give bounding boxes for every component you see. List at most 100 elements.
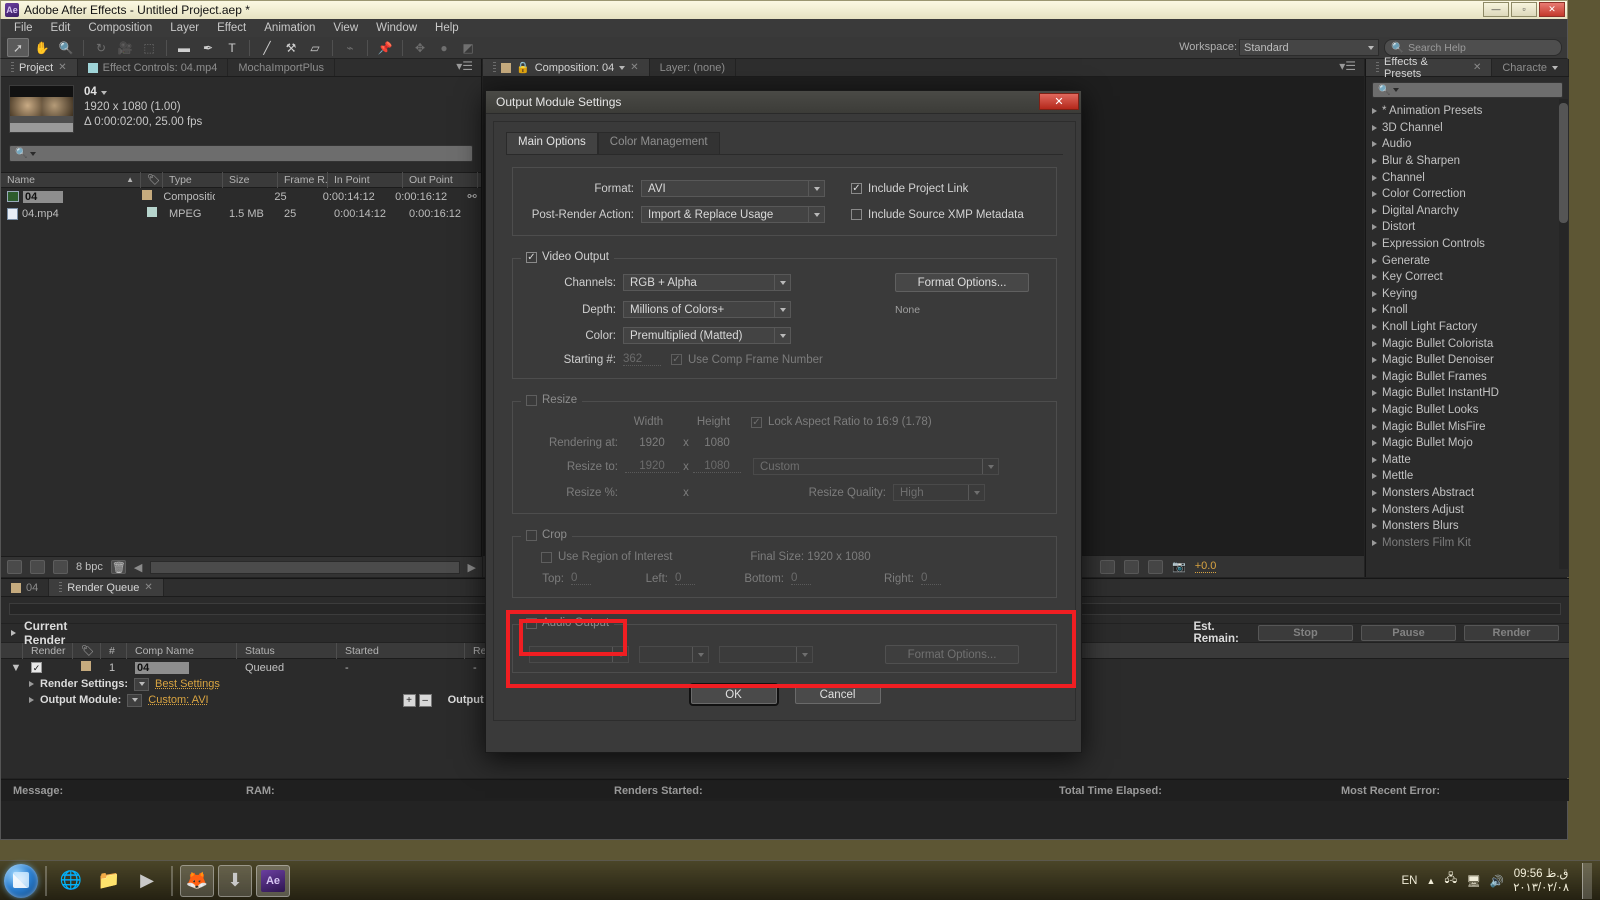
audio-rate-select[interactable] xyxy=(529,646,629,663)
effects-category-item[interactable]: Digital Anarchy xyxy=(1366,203,1569,220)
column-number[interactable]: # xyxy=(101,642,127,659)
effects-category-item[interactable]: Magic Bullet Frames xyxy=(1366,369,1569,386)
remove-output-module-button[interactable]: – xyxy=(418,693,432,707)
column-render[interactable]: Render xyxy=(23,642,73,659)
column-status[interactable]: Status xyxy=(237,642,337,659)
lock-icon[interactable]: 🔒 xyxy=(516,61,530,74)
effects-category-item[interactable]: Matte xyxy=(1366,451,1569,468)
close-icon[interactable]: ✕ xyxy=(144,582,152,593)
effects-category-item[interactable]: Monsters Blurs xyxy=(1366,518,1569,535)
mask-icon[interactable]: ◩ xyxy=(457,38,479,57)
panel-menu-icon[interactable]: ▾☰ xyxy=(448,59,481,76)
rotation-tool-icon[interactable]: ↻ xyxy=(90,38,112,57)
effects-category-item[interactable]: Monsters Film Kit xyxy=(1366,534,1569,551)
resize-preset-select[interactable]: Custom xyxy=(753,458,999,475)
effects-category-item[interactable]: Color Correction xyxy=(1366,186,1569,203)
effects-category-item[interactable]: 3D Channel xyxy=(1366,120,1569,137)
starting-value[interactable]: 362 xyxy=(623,353,661,366)
firefox-window-icon[interactable]: 🦊 xyxy=(180,864,214,897)
effects-category-item[interactable]: Distort xyxy=(1366,219,1569,236)
crop-right-value[interactable]: 0 xyxy=(921,572,941,585)
scroll-right-icon[interactable]: ▶ xyxy=(468,561,476,574)
close-icon[interactable]: ✕ xyxy=(1473,62,1481,73)
effects-category-item[interactable]: Magic Bullet Colorista xyxy=(1366,335,1569,352)
show-hidden-icons-icon[interactable]: ▲ xyxy=(1427,876,1436,886)
tab-render-queue[interactable]: Render Queue ✕ xyxy=(49,579,164,596)
column-started[interactable]: Started xyxy=(337,642,465,659)
depth-select[interactable]: Millions of Colors+ xyxy=(623,301,791,318)
close-button[interactable]: ✕ xyxy=(1539,2,1565,17)
include-xmp-checkbox[interactable]: Include Source XMP Metadata xyxy=(851,209,1024,221)
effects-scrollbar-thumb[interactable] xyxy=(1559,103,1568,223)
exposure-value[interactable]: +0.0 xyxy=(1194,560,1217,573)
ok-button[interactable]: OK xyxy=(690,685,777,704)
crop-legend[interactable]: Crop xyxy=(521,529,572,541)
chevron-right-icon[interactable] xyxy=(29,697,34,703)
table-row[interactable]: 04 Composition 25 0:00:14:12 0:00:16:12 … xyxy=(1,188,481,205)
close-icon[interactable]: ✕ xyxy=(630,62,638,73)
chevron-right-icon[interactable] xyxy=(29,681,34,687)
menu-item-composition[interactable]: Composition xyxy=(79,21,161,35)
expand-toggle-icon[interactable]: ▼ xyxy=(1,662,23,674)
column-frame-rate[interactable]: Frame R... xyxy=(278,172,328,188)
tab-effect-controls[interactable]: Effect Controls: 04.mp4 xyxy=(77,59,229,76)
effects-category-item[interactable]: Knoll xyxy=(1366,302,1569,319)
volume-icon[interactable]: 🔊 xyxy=(1490,874,1504,888)
stop-button[interactable]: Stop xyxy=(1258,625,1353,641)
chevron-down-icon[interactable] xyxy=(100,90,107,95)
dot-icon[interactable]: ● xyxy=(433,38,455,57)
column-name[interactable]: Name ▲ xyxy=(1,172,141,188)
column-type[interactable]: Type xyxy=(163,172,223,188)
chevron-down-icon[interactable] xyxy=(619,65,626,70)
resize-height-value[interactable]: 1080 xyxy=(693,460,741,473)
tab-layer[interactable]: Layer: (none) xyxy=(649,59,737,76)
maximize-button[interactable]: ▫ xyxy=(1511,2,1537,17)
menu-item-layer[interactable]: Layer xyxy=(161,21,208,35)
render-settings-value[interactable]: Best Settings xyxy=(155,678,220,690)
chevron-down-icon[interactable] xyxy=(1552,65,1558,70)
effects-category-item[interactable]: Audio xyxy=(1366,136,1569,153)
include-project-link-checkbox[interactable]: ✓ Include Project Link xyxy=(851,183,968,195)
download-manager-window-icon[interactable]: ⬇ xyxy=(218,864,252,897)
audio-format-options-button[interactable]: Format Options... xyxy=(885,645,1019,664)
new-comp-icon[interactable] xyxy=(53,560,68,574)
internet-explorer-icon[interactable]: 🌐 xyxy=(54,865,88,897)
resize-legend[interactable]: Resize xyxy=(521,394,583,406)
render-checkbox[interactable]: ✓ xyxy=(23,661,73,674)
post-render-select[interactable]: Import & Replace Usage xyxy=(641,206,825,223)
crop-bottom-value[interactable]: 0 xyxy=(791,572,811,585)
effects-category-item[interactable]: Blur & Sharpen xyxy=(1366,153,1569,170)
crop-top-value[interactable]: 0 xyxy=(571,572,591,585)
clone-stamp-tool-icon[interactable]: ⚒ xyxy=(280,38,302,57)
output-module-value[interactable]: Custom: AVI xyxy=(148,694,208,706)
crop-left-value[interactable]: 0 xyxy=(675,572,695,585)
network-icon[interactable]: 🖧 xyxy=(1444,871,1457,890)
snapshot-icon[interactable]: 📷 xyxy=(1172,560,1186,573)
format-select[interactable]: AVI xyxy=(641,180,825,197)
effects-category-item[interactable]: Channel xyxy=(1366,169,1569,186)
column-size[interactable]: Size xyxy=(223,172,278,188)
effects-search-input[interactable]: 🔍 xyxy=(1372,82,1563,98)
zoom-tool-icon[interactable]: 🔍 xyxy=(55,38,77,57)
table-row[interactable]: 04.mp4 MPEG 1.5 MB 25 0:00:14:12 0:00:16… xyxy=(1,205,481,222)
horizontal-scrollbar[interactable] xyxy=(150,560,460,574)
pan-behind-tool-icon[interactable]: ⬚ xyxy=(138,38,160,57)
audio-depth-select[interactable] xyxy=(639,646,709,663)
menu-item-file[interactable]: File xyxy=(5,21,42,35)
tab-main-options[interactable]: Main Options xyxy=(506,132,598,154)
effects-category-item[interactable]: Magic Bullet MisFire xyxy=(1366,418,1569,435)
tab-project[interactable]: Project ✕ xyxy=(1,59,78,76)
tab-mocha-import[interactable]: MochaImportPlus xyxy=(228,59,335,76)
brush-tool-icon[interactable]: ╱ xyxy=(256,38,278,57)
menu-item-view[interactable]: View xyxy=(324,21,367,35)
effects-category-item[interactable]: Monsters Adjust xyxy=(1366,501,1569,518)
effects-category-item[interactable]: Magic Bullet Looks xyxy=(1366,402,1569,419)
menu-item-effect[interactable]: Effect xyxy=(208,21,255,35)
resize-width-value[interactable]: 1920 xyxy=(625,460,679,473)
effects-category-item[interactable]: Knoll Light Factory xyxy=(1366,319,1569,336)
minimize-button[interactable]: — xyxy=(1483,2,1509,17)
lock-aspect-ratio-checkbox[interactable]: ✓ Lock Aspect Ratio to 16:9 (1.78) xyxy=(751,416,932,428)
3d-view-icon[interactable] xyxy=(1148,559,1163,574)
start-button-icon[interactable] xyxy=(4,863,38,898)
effects-category-item[interactable]: Key Correct xyxy=(1366,269,1569,286)
